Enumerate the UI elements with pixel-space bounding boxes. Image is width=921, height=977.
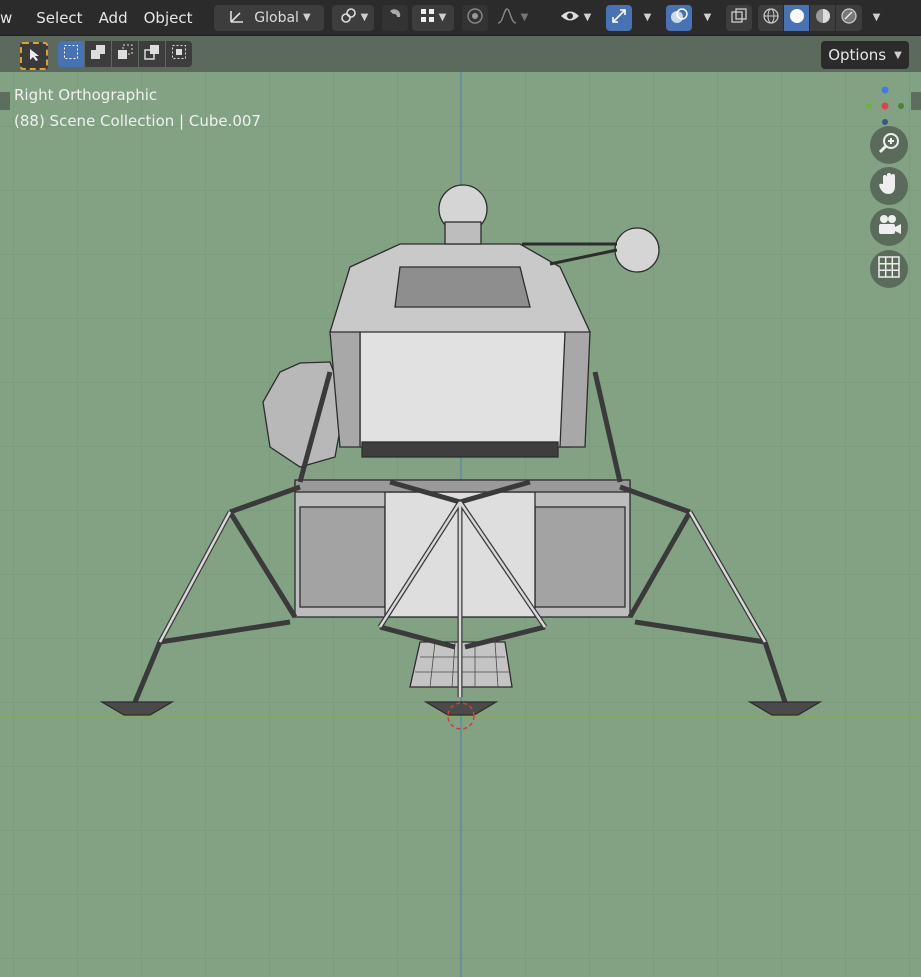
snap-target-dropdown[interactable]: ▼ bbox=[412, 4, 455, 31]
xray-toggle[interactable] bbox=[726, 4, 753, 31]
solid-sphere-icon bbox=[789, 8, 805, 28]
chevron-down-icon: ▼ bbox=[302, 12, 311, 23]
options-dropdown[interactable]: Options ▼ bbox=[821, 41, 909, 69]
menu-add[interactable]: Add bbox=[91, 0, 136, 36]
camera-icon bbox=[876, 214, 902, 240]
grid-icon bbox=[878, 256, 900, 282]
shading-solid-button[interactable] bbox=[784, 4, 811, 31]
render-sphere-icon bbox=[841, 7, 858, 28]
camera-view-button[interactable] bbox=[870, 208, 908, 246]
snap-toggle[interactable] bbox=[382, 4, 409, 31]
falloff-dropdown[interactable]: ▼ bbox=[492, 5, 532, 31]
chevron-down-icon: ▼ bbox=[894, 49, 902, 61]
select-tool-button[interactable] bbox=[20, 42, 48, 70]
mode-extend-button[interactable] bbox=[85, 41, 111, 67]
menu-select[interactable]: Select bbox=[28, 0, 90, 36]
transform-orientation-label: Global bbox=[254, 9, 299, 26]
x-axis-dot bbox=[881, 102, 889, 110]
gizmo-arrows-icon bbox=[610, 7, 628, 29]
y-axis-dot bbox=[866, 103, 872, 109]
shading-dropdown[interactable]: ▼ bbox=[864, 5, 884, 31]
overlays-toggle[interactable] bbox=[666, 4, 693, 31]
pivot-link-icon bbox=[339, 7, 357, 29]
falloff-curve-icon bbox=[497, 7, 517, 29]
toolbar-panel-tab[interactable] bbox=[0, 92, 10, 110]
material-sphere-icon bbox=[815, 8, 831, 28]
sidebar-panel-tab[interactable] bbox=[911, 92, 921, 110]
wireframe-sphere-icon bbox=[763, 7, 779, 28]
pivot-point-dropdown[interactable]: ▼ bbox=[332, 4, 375, 31]
shading-wireframe-button[interactable] bbox=[758, 4, 785, 31]
overlays-dropdown[interactable]: ▼ bbox=[694, 5, 716, 31]
zoom-button[interactable] bbox=[870, 126, 908, 164]
proportional-edit-icon bbox=[466, 7, 484, 29]
orientation-axes-icon bbox=[228, 7, 246, 29]
chevron-down-icon: ▼ bbox=[703, 12, 712, 23]
neg-y-axis-dot bbox=[898, 103, 904, 109]
view-name-label: Right Orthographic bbox=[14, 86, 158, 104]
menu-view-partial[interactable]: w bbox=[0, 0, 28, 36]
cursor-arrow-icon bbox=[27, 47, 41, 66]
shading-render-button[interactable] bbox=[836, 4, 863, 31]
neg-z-axis-dot bbox=[882, 119, 888, 125]
select-extend-icon bbox=[90, 44, 106, 64]
viewport-canvas[interactable] bbox=[0, 72, 921, 977]
select-box-icon bbox=[63, 44, 79, 64]
snap-magnet-icon bbox=[386, 7, 404, 29]
collection-info-label: (88) Scene Collection | Cube.007 bbox=[14, 112, 261, 130]
ortho-toggle-button[interactable] bbox=[870, 250, 908, 288]
shading-material-button[interactable] bbox=[810, 4, 837, 31]
chevron-down-icon: ▼ bbox=[360, 12, 369, 23]
shading-mode-group bbox=[758, 4, 863, 31]
snap-grid-icon bbox=[420, 8, 435, 27]
overlays-icon bbox=[670, 7, 689, 29]
pan-button[interactable] bbox=[870, 167, 908, 205]
chevron-down-icon: ▼ bbox=[872, 12, 881, 23]
mode-invert-button[interactable] bbox=[139, 41, 165, 67]
select-intersect-icon bbox=[171, 44, 187, 64]
viewport-header: w Select Add Object Global ▼ ▼ ▼ ▼ ▼ ▼ ▼… bbox=[0, 0, 921, 36]
axis-gizmo[interactable] bbox=[862, 84, 912, 128]
mode-subtract-button[interactable] bbox=[112, 41, 138, 67]
options-label: Options bbox=[828, 46, 887, 64]
menu-object[interactable]: Object bbox=[136, 0, 201, 36]
chevron-down-icon: ▼ bbox=[583, 12, 592, 23]
eye-icon bbox=[560, 8, 580, 28]
proportional-edit-toggle[interactable] bbox=[462, 4, 489, 31]
chevron-down-icon: ▼ bbox=[438, 12, 447, 23]
z-axis-dot bbox=[881, 86, 889, 94]
zoom-icon bbox=[877, 131, 901, 159]
select-subtract-icon bbox=[117, 44, 133, 64]
transform-orientation-dropdown[interactable]: Global ▼ bbox=[214, 4, 325, 31]
mode-new-button[interactable] bbox=[58, 41, 84, 67]
mode-intersect-button[interactable] bbox=[166, 41, 192, 67]
chevron-down-icon: ▼ bbox=[520, 12, 529, 23]
select-invert-icon bbox=[144, 44, 160, 64]
selection-mode-group bbox=[58, 41, 193, 67]
visibility-dropdown[interactable]: ▼ bbox=[554, 5, 596, 31]
xray-icon bbox=[731, 7, 748, 28]
gizmo-dropdown[interactable]: ▼ bbox=[634, 5, 656, 31]
chevron-down-icon: ▼ bbox=[643, 12, 652, 23]
hand-icon bbox=[878, 172, 900, 200]
gizmo-toggle[interactable] bbox=[606, 4, 633, 31]
